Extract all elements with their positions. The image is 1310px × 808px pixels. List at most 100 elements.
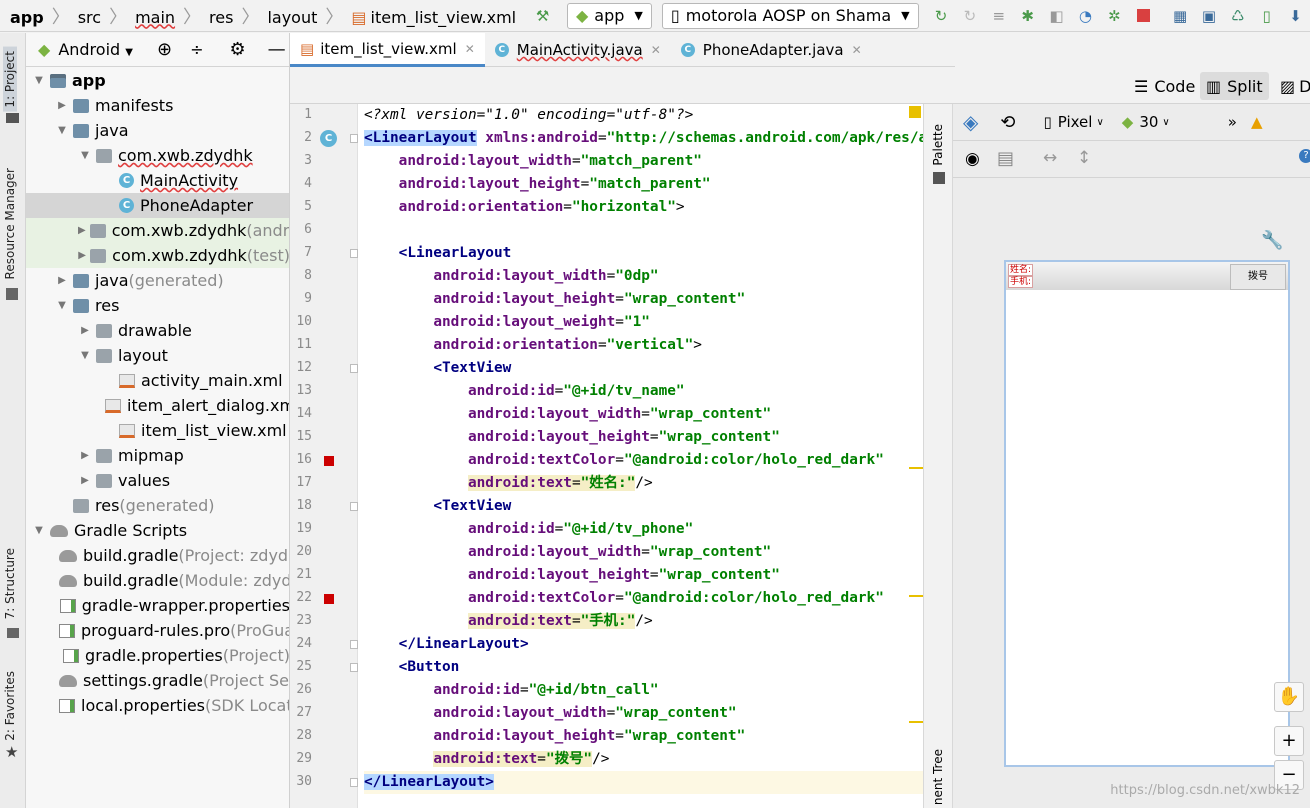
component-tree-tab[interactable]: nent Tree [931,749,945,805]
fold-marker-icon[interactable] [350,502,358,511]
apply-changes-icon[interactable]: ↻ [933,7,950,25]
sdk-manager-icon[interactable]: ⬇ [1287,7,1304,25]
breadcrumb-item[interactable]: layout [267,8,317,27]
pan-button[interactable]: ✋ [1274,682,1304,712]
tree-item[interactable]: ▶ manifests [26,93,289,118]
structure-tab[interactable]: 7: Structure [3,548,17,619]
close-icon[interactable]: ✕ [465,42,475,56]
tree-item[interactable]: ▶ drawable [26,318,289,343]
split-mode-button[interactable]: ▥ Split [1200,72,1269,100]
coverage-icon[interactable]: ◧ [1048,7,1065,25]
tree-item[interactable]: ▶ java (generated) [26,268,289,293]
project-view-select[interactable]: Android ▼ [58,40,133,59]
attach-debugger-icon[interactable]: ✲ [1106,7,1123,25]
fold-marker-icon[interactable] [350,134,358,143]
close-icon[interactable]: ✕ [852,43,862,57]
stop-icon[interactable] [1135,7,1152,25]
tree-item[interactable]: proguard-rules.pro (ProGuard) [26,618,289,643]
device-select[interactable]: ▯ Pixel ∨ [1043,113,1103,131]
tree-item[interactable]: build.gradle (Project: zdydhk) [26,543,289,568]
tree-item[interactable]: ▶ com.xwb.zdydhk (test) [26,243,289,268]
collapsed-arrow-icon[interactable]: ▶ [78,450,92,461]
tree-item[interactable]: C MainActivity [26,168,289,193]
tree-item[interactable]: activity_main.xml [26,368,289,393]
device-preview[interactable]: 姓名: 手机: 拨号 [1004,260,1290,767]
warning-indicator[interactable] [909,106,921,118]
close-icon[interactable]: ✕ [651,43,661,57]
collapsed-arrow-icon[interactable]: ▶ [78,225,86,236]
collapsed-arrow-icon[interactable]: ▶ [78,250,86,261]
breadcrumb-item[interactable]: app [10,8,44,27]
tree-item[interactable]: ▶ mipmap [26,443,289,468]
fold-marker-icon[interactable] [350,640,358,649]
tree-item[interactable]: gradle.properties (Project) [26,643,289,668]
tree-item[interactable]: item_list_view.xml [26,418,289,443]
warning-icon[interactable]: ▲ [1251,113,1263,131]
breadcrumb-item[interactable]: main [135,8,175,27]
design-mode-button[interactable]: ▨De [1276,72,1310,100]
run-config-select[interactable]: ◆ app ▼ [566,2,652,29]
tree-item[interactable]: ▶ com.xwb.zdydhk (andro [26,218,289,243]
code-area[interactable]: <?xml version="1.0" encoding="utf-8"?> <L… [364,104,924,808]
api-select[interactable]: ◆ 30 ∨ [1122,113,1170,131]
blueprint-icon[interactable]: ▤ [997,148,1014,169]
collapsed-arrow-icon[interactable]: ▶ [78,475,92,486]
tree-item[interactable]: ▼ layout [26,343,289,368]
expanded-arrow-icon[interactable]: ▼ [55,300,69,311]
terminal-icon[interactable]: ▣ [1201,7,1218,25]
expanded-arrow-icon[interactable]: ▼ [32,525,46,536]
tree-item[interactable]: settings.gradle (Project Settings) [26,668,289,693]
fold-marker-icon[interactable] [350,364,358,373]
layers-icon[interactable]: ◈ [963,110,978,134]
preview-dial-button[interactable]: 拨号 [1230,264,1286,290]
minimize-icon[interactable]: — [268,39,286,60]
apply-code-changes-icon[interactable]: ↻ [962,7,979,25]
tree-item[interactable]: gradle-wrapper.properties [26,593,289,618]
eye-icon[interactable]: ◉ [965,149,980,169]
expanded-arrow-icon[interactable]: ▼ [78,150,92,161]
tree-item[interactable]: ▶ values [26,468,289,493]
tree-item[interactable]: ▼ com.xwb.zdydhk [26,143,289,168]
tree-item[interactable]: ▼ res [26,293,289,318]
tree-item[interactable]: ▼ java [26,118,289,143]
expanded-arrow-icon[interactable]: ▼ [55,125,69,136]
device-manager-icon[interactable]: ▯ [1258,7,1275,25]
tree-item[interactable]: ▼ Gradle Scripts [26,518,289,543]
tree-item[interactable]: res (generated) [26,493,289,518]
tree-item[interactable]: build.gradle (Module: zdydhk) [26,568,289,593]
logcat-icon[interactable]: ≡ [990,7,1007,25]
hammer-icon[interactable]: ⚒ [534,7,551,25]
editor-tab[interactable]: C PhoneAdapter.java ✕ [671,33,872,67]
sync-gradle-icon[interactable]: ♺ [1229,7,1246,25]
editor-tab[interactable]: ▤ item_list_view.xml ✕ [290,33,485,67]
expanded-arrow-icon[interactable]: ▼ [78,350,92,361]
wrench-icon[interactable]: 🔧 [1261,230,1283,251]
vertical-resize-icon[interactable]: ↕ [1077,148,1091,168]
breadcrumb-item[interactable]: src [78,8,101,27]
fold-marker-icon[interactable] [350,778,358,787]
resource-manager-tab[interactable]: Resource Manager [3,168,17,279]
collapse-all-icon[interactable]: ÷ [190,40,203,59]
more-icon[interactable]: » [1228,113,1237,131]
device-select[interactable]: ▯ motorola AOSP on Shama ▼ [661,2,919,29]
orientation-icon[interactable]: ⟲ [1000,112,1015,133]
tree-item[interactable]: ▼ app [26,68,289,93]
help-icon[interactable]: ? [1299,149,1310,163]
class-icon[interactable]: C [320,130,337,147]
fold-marker-icon[interactable] [350,663,358,672]
fold-marker-icon[interactable] [350,249,358,258]
tree-item[interactable]: local.properties (SDK Location) [26,693,289,718]
palette-tab[interactable]: Palette [931,124,945,166]
collapsed-arrow-icon[interactable]: ▶ [55,275,69,286]
breadcrumb-item[interactable]: ▤ item_list_view.xml [351,8,516,27]
horizontal-resize-icon[interactable]: ↔ [1043,148,1057,168]
tree-item[interactable]: item_alert_dialog.xml [26,393,289,418]
error-stripe[interactable] [909,104,923,808]
favorites-tab[interactable]: 2: Favorites [3,671,17,741]
tree-item[interactable]: C PhoneAdapter [26,193,289,218]
debug-icon[interactable]: ✱ [1019,7,1036,25]
project-structure-icon[interactable]: ▦ [1172,7,1189,25]
profiler-icon[interactable]: ◔ [1077,7,1094,25]
project-tool-tab[interactable]: 1: Project [3,47,17,112]
expanded-arrow-icon[interactable]: ▼ [32,75,46,86]
